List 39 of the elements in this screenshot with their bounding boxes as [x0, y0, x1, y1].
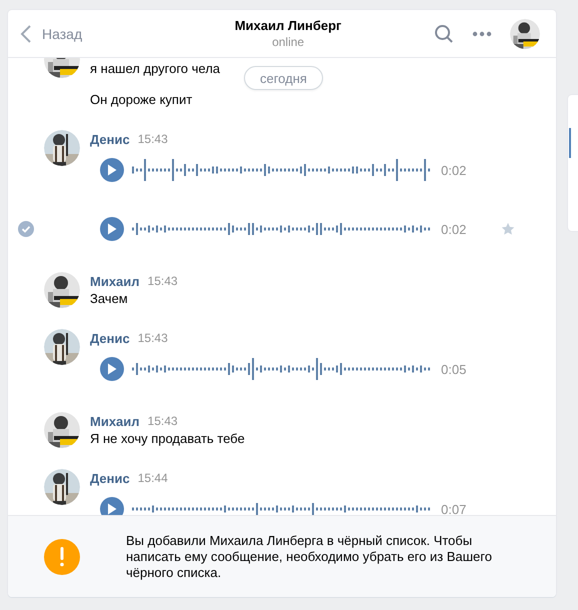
back-link[interactable]: Назад: [20, 24, 82, 44]
author-name[interactable]: Михаил: [90, 274, 140, 288]
author-name[interactable]: Денис: [90, 132, 130, 146]
voice-duration: 0:02: [441, 222, 466, 236]
play-icon: [107, 223, 117, 235]
message-text: Зачем: [90, 290, 129, 308]
message-text: Я не хочу продавать тебе: [90, 430, 245, 448]
message-text: я нашел другого чела: [90, 60, 220, 78]
message-text: Он дороже купит: [90, 91, 194, 109]
star-icon[interactable]: [501, 222, 515, 236]
author-name[interactable]: Денис: [90, 470, 130, 486]
voice-message[interactable]: 0:02: [8, 207, 556, 251]
chat-title: Михаил Линберг: [234, 18, 342, 33]
exclamation-icon: [59, 546, 65, 566]
play-icon: [107, 164, 117, 176]
chevron-left-icon: [20, 24, 32, 44]
online-status: online: [272, 35, 304, 49]
author-name[interactable]: Денис: [90, 330, 130, 346]
play-button[interactable]: [100, 497, 124, 515]
message-time: 15:44: [138, 471, 168, 485]
message-time: 15:43: [148, 274, 178, 288]
play-button[interactable]: [100, 357, 124, 381]
search-icon[interactable]: [434, 24, 454, 44]
play-icon: [107, 363, 117, 375]
date-pill: сегодня: [244, 66, 323, 90]
blacklist-notice: Вы добавили Михаила Линберга в чёрный список. Чтобы написать ему сообщение, необходимо убрать его из Вашего чёрного списка.: [126, 532, 493, 580]
select-check-icon[interactable]: [18, 221, 34, 237]
voice-message[interactable]: 0:05: [8, 347, 556, 391]
author-name[interactable]: Михаил: [90, 414, 140, 428]
voice-message[interactable]: 0:02: [8, 148, 556, 192]
message-time: 15:43: [148, 414, 178, 428]
message-time: 15:43: [138, 331, 168, 345]
play-button[interactable]: [100, 217, 124, 241]
message-time: 15:43: [138, 132, 168, 146]
voice-duration: 0:02: [441, 162, 466, 178]
voice-duration: 0:05: [441, 362, 466, 376]
voice-duration: 0:07: [441, 502, 466, 515]
more-icon[interactable]: [472, 30, 492, 36]
play-button[interactable]: [100, 158, 124, 182]
